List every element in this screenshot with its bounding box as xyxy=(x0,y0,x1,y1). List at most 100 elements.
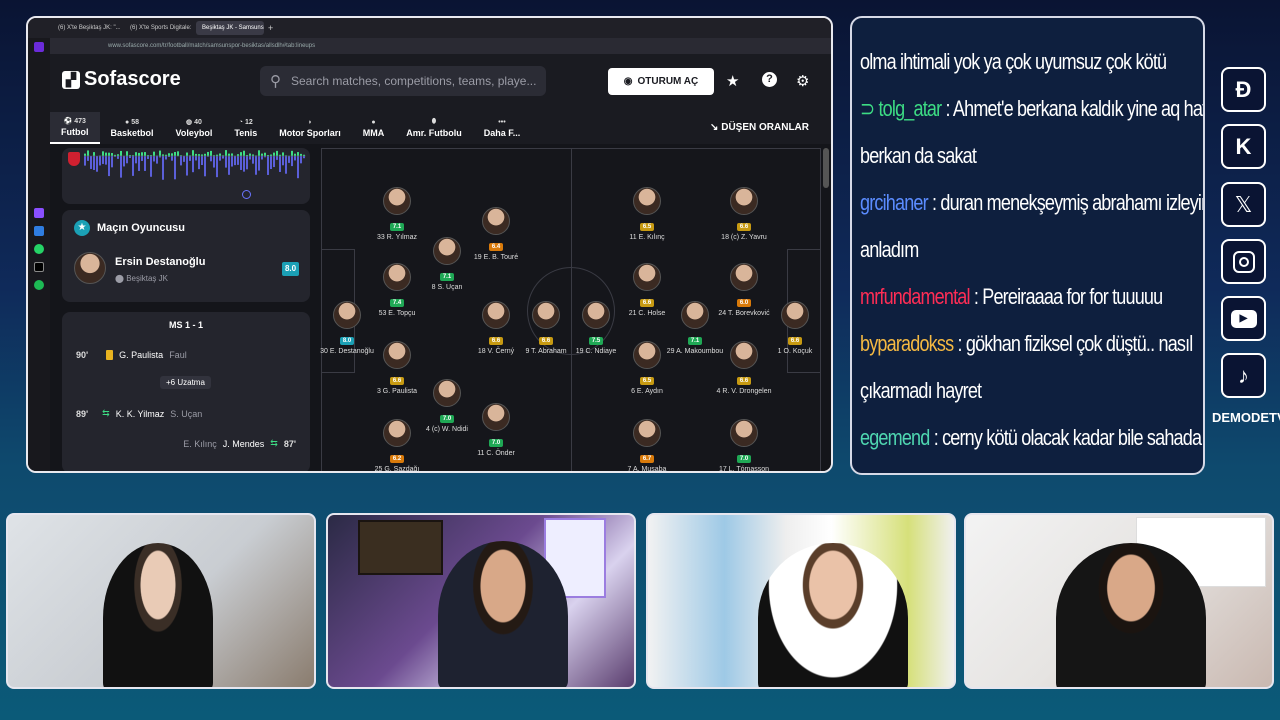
tab-tennis[interactable]: ◔ 12 Tenis xyxy=(223,112,268,144)
volleyball-icon: ◍ 40 xyxy=(186,119,202,126)
momentum-bar xyxy=(276,156,278,160)
messenger-icon[interactable] xyxy=(34,226,44,236)
event-row[interactable]: 89' ⇆ K. K. Yilmaz S. Uçan xyxy=(76,408,202,419)
momentum-bar xyxy=(222,156,224,159)
momentum-bar xyxy=(279,156,281,172)
momentum-bar xyxy=(297,152,299,156)
new-tab-icon[interactable]: + xyxy=(268,23,273,33)
count: 12 xyxy=(244,118,253,126)
momentum-bar xyxy=(96,156,98,172)
momentum-bar xyxy=(87,150,89,156)
momentum-bar xyxy=(174,156,176,180)
momentum-bar xyxy=(165,156,167,160)
sidebar-app-icon[interactable] xyxy=(34,208,44,218)
player-home[interactable]: 7.0 11 C. Önder xyxy=(461,403,531,458)
tab-football[interactable]: ⚽ 473 Futbol xyxy=(50,112,100,144)
trend-down-icon: ↘ xyxy=(710,122,722,133)
login-label: OTURUM AÇ xyxy=(637,76,699,87)
search-input[interactable]: ⚲ Search matches, competitions, teams, pl… xyxy=(260,66,546,96)
momentum-bar xyxy=(138,152,140,156)
momentum-bar xyxy=(249,156,251,160)
sofascore-logo[interactable]: ▞ Sofascore xyxy=(62,68,181,91)
momentum-bar xyxy=(294,153,296,156)
x-icon: 𝕏 xyxy=(1221,182,1266,227)
settings-gear-icon[interactable]: ⚙ xyxy=(796,72,809,90)
player-home[interactable]: 6.2 25 G. Sazdağı xyxy=(362,419,432,473)
x-icon[interactable] xyxy=(34,262,44,272)
tab-mma[interactable]: ● MMA xyxy=(352,112,396,144)
momentum-bar xyxy=(291,156,293,167)
opera-icon[interactable] xyxy=(34,42,44,52)
momentum-bar xyxy=(207,151,209,156)
player-away[interactable]: 6.5 6 E. Aydın xyxy=(612,341,682,396)
momentum-bar xyxy=(246,156,248,170)
tab-more[interactable]: ••• Daha F... xyxy=(473,112,532,144)
player-away[interactable]: 7.0 17 L. Tómasson xyxy=(709,419,779,473)
event-player: J. Mendes xyxy=(222,438,265,449)
player-name: 25 G. Sazdağı xyxy=(374,466,420,473)
momentum-bar xyxy=(294,156,296,161)
momentum-bars xyxy=(84,150,306,180)
favorites-star-icon[interactable]: ★ xyxy=(726,72,739,90)
momentum-bar xyxy=(102,156,104,164)
login-button[interactable]: ◉ OTURUM AÇ xyxy=(608,68,714,95)
address-bar[interactable]: www.sofascore.com/tr/football/match/sams… xyxy=(28,38,831,54)
dropping-odds-link[interactable]: ↘ DÜŞEN ORANLAR xyxy=(710,122,809,133)
tab-label: Basketbol xyxy=(110,127,154,138)
player-photo xyxy=(482,301,510,329)
player-away[interactable]: 6.5 11 E. Kılınç xyxy=(612,187,682,242)
player-away[interactable]: 6.7 7 A. Musaba xyxy=(612,419,682,473)
momentum-bar xyxy=(225,150,227,156)
count: 473 xyxy=(74,118,86,125)
player-home[interactable]: 7.1 33 R. Yılmaz xyxy=(362,187,432,242)
kick-d-icon: Ɖ xyxy=(1221,67,1266,112)
spotify-icon[interactable] xyxy=(34,280,44,290)
streamer-image xyxy=(1056,543,1206,687)
tab-bar: (6) X'te Beşiktaş JK: "... (6) X'te Spor… xyxy=(28,18,831,38)
player-away[interactable]: 6.6 18 (c) Z. Yavru xyxy=(709,187,779,242)
chat-badge-icon: ⊃ xyxy=(860,96,879,121)
momentum-bar xyxy=(135,156,137,164)
tab-motorsport[interactable]: ◗ Motor Sporları xyxy=(268,112,352,144)
tab-american-football[interactable]: ⬮ Amr. Futbolu xyxy=(395,112,473,144)
momentum-bar xyxy=(111,153,113,156)
momentum-bar xyxy=(288,156,290,163)
browser-tab[interactable]: (6) X'te Beşiktaş JK: "... xyxy=(52,21,120,35)
browser-tab-active[interactable]: Beşiktaş JK - Samsunspo... xyxy=(196,21,264,35)
momentum-bar xyxy=(90,156,92,169)
tiktok-icon: ♪ xyxy=(1221,353,1266,398)
chat-text: çıkarmadı hayret xyxy=(860,378,982,403)
momentum-bar xyxy=(243,156,245,172)
besiktas-logo-icon: ⬤ xyxy=(115,274,127,283)
event-minute: 89' xyxy=(76,408,89,419)
event-row[interactable]: E. Kılınç J. Mendes ⇆ 87' xyxy=(183,438,296,449)
player-photo xyxy=(482,403,510,431)
tab-volleyball[interactable]: ◍ 40 Voleybol xyxy=(165,112,224,144)
logo-text: Sofascore xyxy=(84,68,181,90)
tab-label: Tenis xyxy=(234,127,258,138)
help-icon[interactable]: ? xyxy=(762,72,777,87)
player-name: 17 L. Tómasson xyxy=(718,466,770,473)
webcam-feed-3 xyxy=(646,513,956,689)
event-row[interactable]: 90' G. Paulista Faul xyxy=(76,350,187,360)
match-events: MS 1 - 1 90' G. Paulista Faul +6 Uzatma … xyxy=(62,312,310,471)
yellow-card-icon xyxy=(106,350,114,360)
player-of-the-match-card[interactable]: ★ Maçın Oyuncusu Ersin Destanoğlu ⬤ Beşi… xyxy=(62,210,310,302)
whatsapp-icon[interactable] xyxy=(34,244,44,254)
tab-basketball[interactable]: ● 58 Basketbol xyxy=(100,112,165,144)
momentum-bar xyxy=(144,156,146,171)
momentum-bar xyxy=(210,150,212,156)
momentum-bar xyxy=(240,156,242,170)
player-rating: 6.6 xyxy=(389,377,405,385)
player-away[interactable]: 6.6 4 R. V. Drongelen xyxy=(709,341,779,396)
momentum-bar xyxy=(132,156,134,176)
chat-username: tolg_atar xyxy=(878,96,942,121)
player-name: 7 A. Musaba xyxy=(627,466,667,473)
browser-tab[interactable]: (6) X'te Sports Digitale: "... xyxy=(124,21,192,35)
scrollbar[interactable] xyxy=(823,148,829,188)
momentum-bar xyxy=(255,156,257,175)
chat-username: mrfundamental xyxy=(860,284,970,309)
player-photo xyxy=(582,301,610,329)
player-photo xyxy=(730,187,758,215)
tab-label: Daha F... xyxy=(483,127,521,138)
